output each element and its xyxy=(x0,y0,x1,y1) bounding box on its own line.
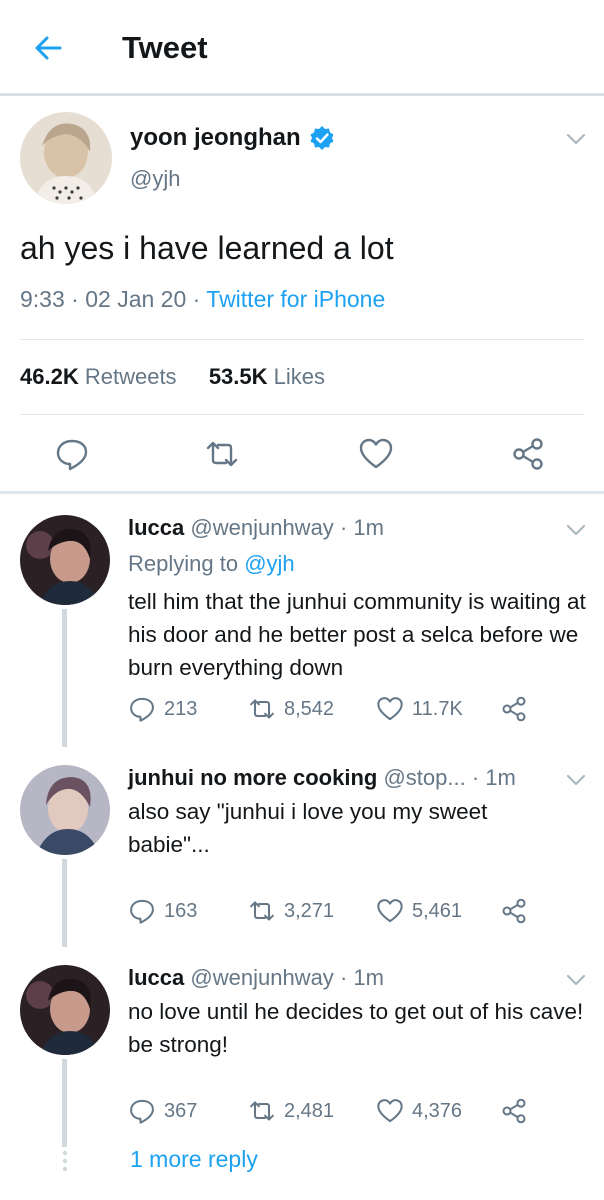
avatar[interactable] xyxy=(20,112,112,204)
thread-line xyxy=(62,1059,67,1147)
reply-text: no love until he decides to get out of h… xyxy=(128,999,584,1057)
reply-author-name[interactable]: lucca xyxy=(128,965,184,990)
like-icon[interactable] xyxy=(358,436,394,472)
avatar[interactable] xyxy=(20,765,110,855)
meta-separator: · xyxy=(71,286,79,312)
reply-count: 367 xyxy=(164,1099,198,1122)
reply-actions: 213 8,542 11.7K xyxy=(128,695,536,723)
reply-tweet[interactable]: lucca @wenjunhway · 1m no love until he … xyxy=(0,947,604,1147)
like-count: 5,461 xyxy=(412,899,463,922)
reply-icon xyxy=(130,1099,154,1124)
reply-time: · 1m xyxy=(471,765,516,790)
like-icon xyxy=(377,899,403,923)
reply-count: 163 xyxy=(164,899,198,922)
reply-time: · 1m xyxy=(339,965,384,990)
like-icon xyxy=(377,697,403,721)
replying-label: Replying to xyxy=(128,551,239,576)
chevron-down-icon[interactable] xyxy=(566,132,586,146)
tweet-meta: 9:33 · 02 Jan 20 · Twitter for iPhone xyxy=(20,286,385,313)
divider xyxy=(20,414,584,415)
reply-actions: 163 3,271 5,461 xyxy=(128,897,536,925)
thread-line xyxy=(62,859,67,947)
reply-time: · 1m xyxy=(339,515,384,540)
reply-author-handle[interactable]: @stop... xyxy=(383,765,465,790)
like-button[interactable]: 11.7K xyxy=(376,695,500,723)
avatar[interactable] xyxy=(20,515,110,605)
reply-tweet[interactable]: junhui no more cooking @stop... · 1m als… xyxy=(0,747,604,947)
likes-count[interactable]: 53.5K xyxy=(209,364,268,389)
tweet-stats: 46.2K Retweets 53.5K Likes xyxy=(20,364,325,390)
like-count: 4,376 xyxy=(412,1099,463,1122)
retweet-count: 3,271 xyxy=(284,899,335,922)
like-button[interactable]: 4,376 xyxy=(376,1097,500,1125)
arrow-left-icon[interactable] xyxy=(30,30,66,66)
reply-count: 213 xyxy=(164,697,198,720)
share-icon[interactable] xyxy=(510,436,546,472)
share-icon xyxy=(502,898,526,924)
retweet-count: 8,542 xyxy=(284,697,335,720)
tweet-source-link[interactable]: Twitter for iPhone xyxy=(206,286,385,312)
reply-author-name[interactable]: lucca xyxy=(128,515,184,540)
tweet-date: 02 Jan 20 xyxy=(85,286,187,312)
divider xyxy=(20,339,584,340)
retweet-icon xyxy=(250,1101,274,1121)
top-app-bar: Tweet xyxy=(0,0,604,96)
chevron-down-icon[interactable] xyxy=(566,773,586,787)
reply-header: lucca @wenjunhway · 1m xyxy=(128,515,384,541)
page-title: Tweet xyxy=(122,30,208,65)
chevron-down-icon[interactable] xyxy=(566,973,586,987)
reply-text: also say "junhui i love you my sweet bab… xyxy=(128,799,488,857)
author-name[interactable]: yoon jeonghan xyxy=(130,124,301,152)
more-replies-link[interactable]: 1 more reply xyxy=(130,1146,258,1173)
reply-text: tell him that the junhui community is wa… xyxy=(128,589,586,680)
reply-header: junhui no more cooking @stop... · 1m xyxy=(128,765,516,791)
reply-button[interactable]: 163 xyxy=(128,897,248,925)
retweet-button[interactable]: 2,481 xyxy=(248,1097,376,1125)
replying-to-link[interactable]: @yjh xyxy=(244,551,294,576)
reply-icon xyxy=(130,899,154,924)
tweet-text: ah yes i have learned a lot xyxy=(20,230,394,266)
reply-button[interactable]: 213 xyxy=(128,695,248,723)
reply-actions: 367 2,481 4,376 xyxy=(128,1097,536,1125)
replying-to: Replying to @yjh xyxy=(128,551,295,577)
share-button[interactable] xyxy=(500,897,536,925)
retweet-icon xyxy=(250,901,274,921)
share-button[interactable] xyxy=(500,695,536,723)
reply-header: lucca @wenjunhway · 1m xyxy=(128,965,384,991)
reply-icon[interactable] xyxy=(54,436,90,472)
share-icon xyxy=(502,696,526,722)
reply-tweet[interactable]: lucca @wenjunhway · 1m Replying to @yjh … xyxy=(0,497,604,747)
chevron-down-icon[interactable] xyxy=(566,523,586,537)
likes-label[interactable]: Likes xyxy=(274,364,325,389)
reply-author-name[interactable]: junhui no more cooking xyxy=(128,765,377,790)
retweet-icon[interactable] xyxy=(204,436,240,472)
reply-author-handle[interactable]: @wenjunhway xyxy=(190,965,333,990)
main-tweet: yoon jeonghan @yjh ah yes i have learned… xyxy=(0,96,604,494)
reply-icon xyxy=(130,697,154,722)
like-count: 11.7K xyxy=(412,697,463,720)
meta-separator: · xyxy=(192,286,201,312)
reply-button[interactable]: 367 xyxy=(128,1097,248,1125)
share-button[interactable] xyxy=(500,1097,536,1125)
like-button[interactable]: 5,461 xyxy=(376,897,500,925)
thread-dots-icon xyxy=(62,1150,68,1172)
reply-author-handle[interactable]: @wenjunhway xyxy=(190,515,333,540)
retweet-button[interactable]: 8,542 xyxy=(248,695,376,723)
share-icon xyxy=(502,1098,526,1124)
tweet-time: 9:33 xyxy=(20,286,65,312)
like-icon xyxy=(377,1099,403,1123)
retweets-label[interactable]: Retweets xyxy=(85,364,177,389)
author-handle[interactable]: @yjh xyxy=(130,166,180,192)
retweets-count[interactable]: 46.2K xyxy=(20,364,79,389)
author-row: yoon jeonghan xyxy=(130,124,335,152)
verified-badge-icon xyxy=(310,126,334,150)
thread-line xyxy=(62,609,67,747)
retweet-icon xyxy=(250,699,274,719)
retweet-button[interactable]: 3,271 xyxy=(248,897,376,925)
avatar[interactable] xyxy=(20,965,110,1055)
retweet-count: 2,481 xyxy=(284,1099,335,1122)
